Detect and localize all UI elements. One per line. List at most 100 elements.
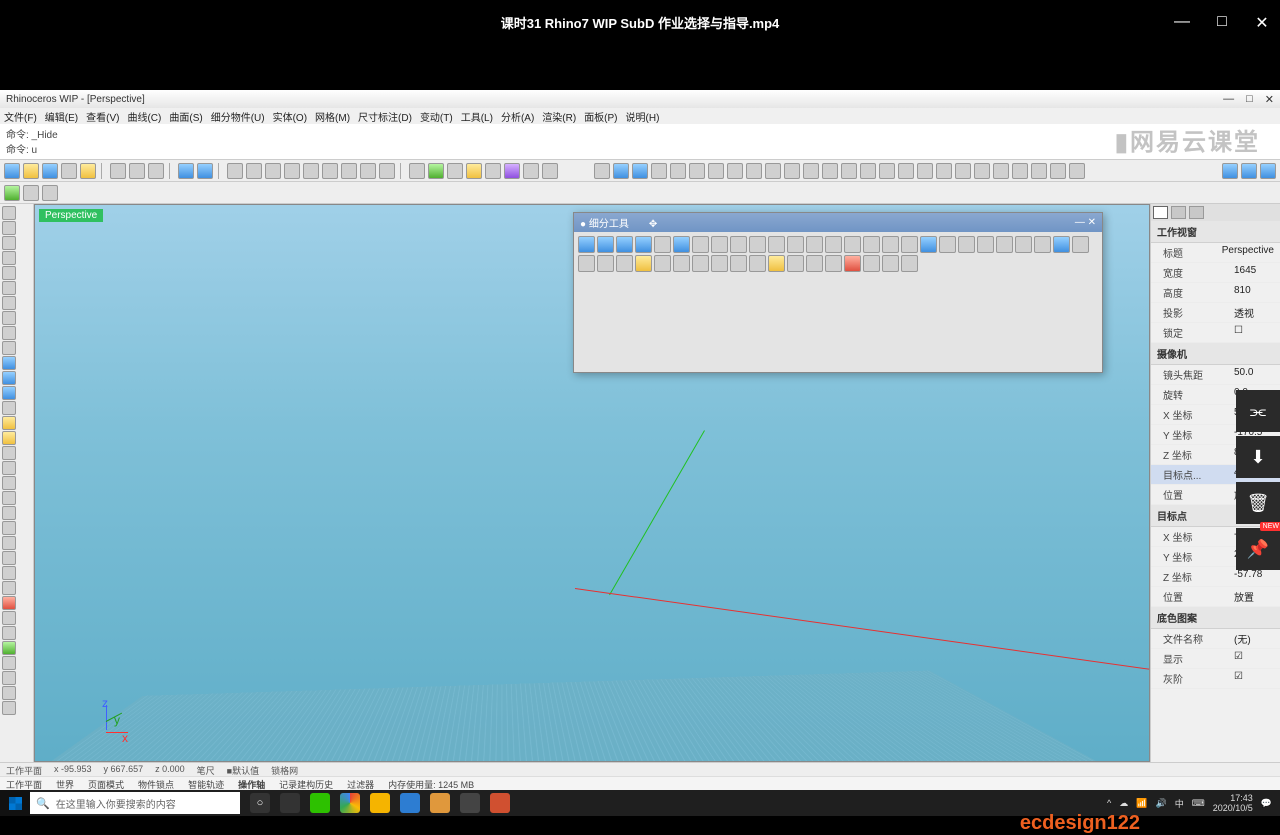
rhino-minimize[interactable]: —: [1223, 93, 1234, 106]
print-icon[interactable]: [61, 163, 77, 179]
explode-icon[interactable]: [2, 416, 16, 430]
rotate-icon[interactable]: [2, 536, 16, 550]
point-icon[interactable]: [2, 206, 16, 220]
subd-merge-icon[interactable]: [936, 163, 952, 179]
subd-convert-icon[interactable]: [1012, 163, 1028, 179]
clock-time[interactable]: 17:43: [1213, 793, 1253, 803]
subd-edit-2-icon[interactable]: [787, 236, 804, 253]
subd-cylinder-icon[interactable]: [651, 163, 667, 179]
subd-edit-5-icon[interactable]: [844, 236, 861, 253]
save-icon[interactable]: [42, 163, 58, 179]
zoom-extents-icon[interactable]: [284, 163, 300, 179]
copy-icon[interactable]: [129, 163, 145, 179]
subd-extrude-icon[interactable]: [784, 163, 800, 179]
menu-dimension[interactable]: 尺寸标注(D): [358, 109, 412, 123]
boolean-icon[interactable]: [2, 596, 16, 610]
split-icon[interactable]: [2, 461, 16, 475]
subd-edit-11-icon[interactable]: [958, 236, 975, 253]
subd-row2-11-icon[interactable]: [749, 255, 766, 272]
subd-sweep-icon[interactable]: [746, 163, 762, 179]
tray-icon[interactable]: ⌨: [1192, 798, 1205, 809]
menu-view[interactable]: 查看(V): [86, 109, 119, 123]
subd-delete-icon[interactable]: [955, 163, 971, 179]
shade-icon[interactable]: [409, 163, 425, 179]
share-button[interactable]: ⫘: [1236, 390, 1280, 432]
subd-row2-7-icon[interactable]: [673, 255, 690, 272]
text-icon[interactable]: [2, 341, 16, 355]
properties-icon[interactable]: [485, 163, 501, 179]
explorer-icon[interactable]: [370, 793, 390, 813]
subd-row2-15-icon[interactable]: [825, 255, 842, 272]
perspective-viewport[interactable]: Perspective z y x ● 细分工具 ✥ — ✕: [34, 204, 1150, 762]
zoom-dynamic-icon[interactable]: [341, 163, 357, 179]
subd-edit-7-icon[interactable]: [882, 236, 899, 253]
menu-render[interactable]: 渲染(R): [542, 109, 576, 123]
chrome-icon[interactable]: [340, 793, 360, 813]
panel-b-icon[interactable]: [1241, 163, 1257, 179]
subd-torus-icon[interactable]: [689, 163, 705, 179]
edit-icon[interactable]: [2, 401, 16, 415]
subd-row2-17-icon[interactable]: [863, 255, 880, 272]
zoom-window-icon[interactable]: [303, 163, 319, 179]
four-view-icon[interactable]: [360, 163, 376, 179]
tray-cloud-icon[interactable]: ☁: [1119, 798, 1128, 809]
arc-icon[interactable]: [2, 281, 16, 295]
curve-icon[interactable]: [2, 221, 16, 235]
subd-row2-8-icon[interactable]: [692, 255, 709, 272]
subd-prim-9-icon[interactable]: [730, 236, 747, 253]
app-orange-icon[interactable]: [430, 793, 450, 813]
move-icon[interactable]: [2, 506, 16, 520]
lock-icon[interactable]: [42, 185, 58, 201]
tray-up-icon[interactable]: ^: [1107, 798, 1111, 808]
redo-icon[interactable]: [197, 163, 213, 179]
extend-icon[interactable]: [2, 476, 16, 490]
menu-panels[interactable]: 面板(P): [584, 109, 617, 123]
rotate-view-icon[interactable]: [246, 163, 262, 179]
subd-row2-10-icon[interactable]: [730, 255, 747, 272]
import-icon[interactable]: [80, 163, 96, 179]
subd-prim-1-icon[interactable]: [578, 236, 595, 253]
taskbar-search[interactable]: 🔍 在这里输入你要搜索的内容: [30, 792, 240, 814]
subd-prim-7-icon[interactable]: [692, 236, 709, 253]
layers-icon[interactable]: [466, 163, 482, 179]
tray-ime-icon[interactable]: 中: [1175, 797, 1184, 810]
subd-edit-1-icon[interactable]: [768, 236, 785, 253]
rhino-maximize[interactable]: □: [1246, 93, 1253, 106]
subd-tool-a-icon[interactable]: [1031, 163, 1047, 179]
subd-prim-2-icon[interactable]: [597, 236, 614, 253]
menu-surface[interactable]: 曲面(S): [169, 109, 202, 123]
subd-edit-4-icon[interactable]: [825, 236, 842, 253]
subd-row2-19-icon[interactable]: [901, 255, 918, 272]
menu-file[interactable]: 文件(F): [4, 109, 37, 123]
cortana-icon[interactable]: ○: [250, 793, 270, 813]
subd-crease-icon[interactable]: [879, 163, 895, 179]
clock-date[interactable]: 2020/10/5: [1213, 803, 1253, 813]
solid-icon[interactable]: [2, 371, 16, 385]
tool-x2-icon[interactable]: [2, 671, 16, 685]
dim-icon[interactable]: [2, 626, 16, 640]
select-icon[interactable]: [594, 163, 610, 179]
subd-display-icon[interactable]: [993, 163, 1009, 179]
subd-row2-5-icon[interactable]: [635, 255, 652, 272]
subd-edit-8-icon[interactable]: [901, 236, 918, 253]
subd-tool-b-icon[interactable]: [1050, 163, 1066, 179]
mesh-icon[interactable]: [2, 386, 16, 400]
subd-prim-8-icon[interactable]: [711, 236, 728, 253]
subd-row2-13-icon[interactable]: [787, 255, 804, 272]
delete-button[interactable]: 🗑: [1236, 482, 1280, 524]
analyze-icon[interactable]: [2, 611, 16, 625]
subd-row2-18-icon[interactable]: [882, 255, 899, 272]
subd-bridge-icon[interactable]: [822, 163, 838, 179]
menu-tools[interactable]: 工具(L): [461, 109, 493, 123]
ellipse-icon[interactable]: [2, 326, 16, 340]
menu-transform[interactable]: 变动(T): [420, 109, 453, 123]
subd-edit-6-icon[interactable]: [863, 236, 880, 253]
tray-volume-icon[interactable]: 🔊: [1156, 798, 1167, 809]
subd-loft-icon[interactable]: [727, 163, 743, 179]
mirror-icon[interactable]: [2, 566, 16, 580]
subd-row2-1-icon[interactable]: [1072, 236, 1089, 253]
trim-icon[interactable]: [2, 446, 16, 460]
subd-row2-9-icon[interactable]: [711, 255, 728, 272]
subd-edit-13-icon[interactable]: [996, 236, 1013, 253]
new-icon[interactable]: [4, 163, 20, 179]
